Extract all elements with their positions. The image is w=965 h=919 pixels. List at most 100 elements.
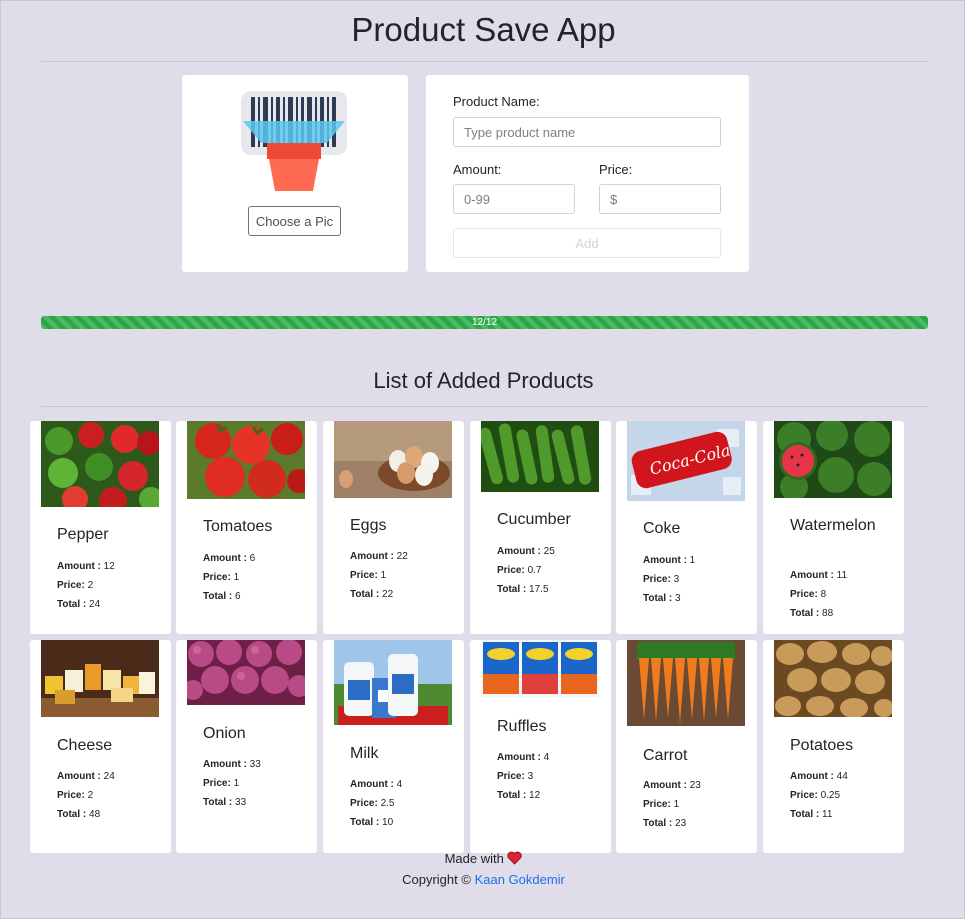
ruffles-image [481, 640, 599, 697]
product-details: Amount : 24 Price: 2 Total : 48 [57, 767, 115, 824]
product-price: Price: 3 [643, 574, 680, 585]
product-total: Total : 88 [790, 608, 834, 619]
product-total: Total : 33 [203, 797, 247, 808]
product-amount: Amount : 22 [350, 551, 408, 562]
product-amount: Amount : 6 [203, 553, 256, 564]
product-name: Watermelon [790, 517, 876, 534]
product-name: Eggs [350, 517, 387, 534]
product-name: Milk [350, 745, 379, 762]
product-price: Price: 2 [57, 580, 94, 591]
tomatoes-image [187, 421, 305, 499]
product-price: Price: 2 [57, 790, 94, 801]
cheese-image [41, 640, 159, 717]
product-name: Cucumber [497, 511, 571, 528]
product-details: Amount : 23 Price: 1 Total : 23 [643, 776, 701, 833]
price-input[interactable] [599, 184, 721, 214]
product-details: Amount : 12 Price: 2 Total : 24 [57, 557, 115, 614]
watermelon-image [774, 421, 892, 498]
product-card: Milk Amount : 4 Price: 2.5 Total : 10 [323, 640, 464, 853]
product-details: Amount : 4 Price: 2.5 Total : 10 [350, 775, 402, 832]
product-name: Potatoes [790, 737, 854, 754]
cucumber-image [481, 421, 599, 492]
product-total: Total : 6 [203, 591, 241, 602]
product-amount: Amount : 4 [350, 779, 403, 790]
product-amount: Amount : 24 [57, 771, 115, 782]
author-link[interactable]: Kaan Gokdemir [475, 872, 565, 887]
footer-copyright: Copyright © Kaan Gokdemir [1, 872, 965, 887]
price-label: Price: [599, 162, 633, 177]
product-price: Price: 0.25 [790, 790, 841, 801]
product-price: Price: 1 [643, 799, 680, 810]
product-form: Product Name: Amount: Price: Add [426, 75, 749, 272]
product-amount: Amount : 1 [643, 555, 696, 566]
divider [41, 61, 928, 62]
product-card: Ruffles Amount : 4 Price: 3 Total : 12 [470, 640, 611, 853]
product-total: Total : 10 [350, 817, 394, 828]
product-card: Cucumber Amount : 25 Price: 0.7 Total : … [470, 421, 611, 634]
product-price: Price: 2.5 [350, 798, 395, 809]
list-title: List of Added Products [373, 368, 594, 393]
onion-image [187, 640, 305, 705]
coke-image: Coca-Cola [627, 421, 745, 501]
product-total: Total : 17.5 [497, 584, 549, 595]
copyright-text: Copyright © [402, 872, 471, 887]
product-details: Amount : 4 Price: 3 Total : 12 [497, 748, 549, 805]
product-total: Total : 12 [497, 790, 541, 801]
product-card: Carrot Amount : 23 Price: 1 Total : 23 [616, 640, 757, 853]
product-details: Amount : 6 Price: 1 Total : 6 [203, 549, 255, 606]
picture-card: Choose a Pic [182, 75, 408, 272]
product-total: Total : 24 [57, 599, 101, 610]
product-amount: Amount : 44 [790, 771, 848, 782]
product-card: Coca-Cola Coke Amount : 1 Price: 3 Total… [616, 421, 757, 634]
product-name: Onion [203, 725, 246, 742]
product-total: Total : 11 [790, 809, 833, 820]
product-name: Carrot [643, 747, 688, 764]
product-price: Price: 0.7 [497, 565, 542, 576]
product-price: Price: 1 [203, 778, 240, 789]
product-list: Pepper Amount : 12 Price: 2 Total : 24 T… [30, 421, 910, 853]
progress-track: 12/12 [41, 316, 928, 329]
product-total: Total : 22 [350, 589, 394, 600]
product-amount: Amount : 4 [497, 752, 550, 763]
product-amount: Amount : 33 [203, 759, 261, 770]
product-details: Amount : 11 Price: 8 Total : 88 [790, 566, 847, 623]
product-card: Cheese Amount : 24 Price: 2 Total : 48 [30, 640, 171, 853]
product-amount: Amount : 11 [790, 570, 848, 581]
product-total: Total : 48 [57, 809, 101, 820]
product-card: Onion Amount : 33 Price: 1 Total : 33 [176, 640, 317, 853]
product-name-input[interactable] [453, 117, 721, 147]
heart-icon [507, 851, 523, 868]
product-card: Eggs Amount : 22 Price: 1 Total : 22 [323, 421, 464, 634]
divider [41, 406, 928, 407]
barcode-scanner-icon [241, 91, 347, 197]
choose-pic-button[interactable]: Choose a Pic [248, 206, 341, 236]
amount-input[interactable] [453, 184, 575, 214]
product-details: Amount : 33 Price: 1 Total : 33 [203, 755, 261, 812]
footer-made-with: Made with [1, 851, 965, 868]
product-price: Price: 1 [350, 570, 387, 581]
product-details: Amount : 44 Price: 0.25 Total : 11 [790, 767, 848, 824]
product-price: Price: 3 [497, 771, 534, 782]
product-amount: Amount : 25 [497, 546, 555, 557]
eggs-image [334, 421, 452, 498]
progress-bar: 12/12 [41, 316, 928, 329]
app-title: Product Save App [351, 11, 616, 48]
product-details: Amount : 1 Price: 3 Total : 3 [643, 551, 695, 608]
pepper-image [41, 421, 159, 507]
product-total: Total : 23 [643, 818, 687, 829]
product-amount: Amount : 12 [57, 561, 115, 572]
product-name: Pepper [57, 526, 109, 543]
product-card: Watermelon Amount : 11 Price: 8 Total : … [763, 421, 904, 634]
product-name-label: Product Name: [453, 94, 540, 109]
add-button[interactable]: Add [453, 228, 721, 258]
product-details: Amount : 25 Price: 0.7 Total : 17.5 [497, 542, 555, 599]
amount-label: Amount: [453, 162, 502, 177]
product-name: Coke [643, 520, 681, 537]
made-with-text: Made with [444, 851, 504, 866]
product-name: Tomatoes [203, 518, 273, 535]
product-name: Ruffles [497, 718, 547, 735]
product-price: Price: 1 [203, 572, 240, 583]
product-card: Tomatoes Amount : 6 Price: 1 Total : 6 [176, 421, 317, 634]
product-details: Amount : 22 Price: 1 Total : 22 [350, 547, 408, 604]
product-total: Total : 3 [643, 593, 681, 604]
